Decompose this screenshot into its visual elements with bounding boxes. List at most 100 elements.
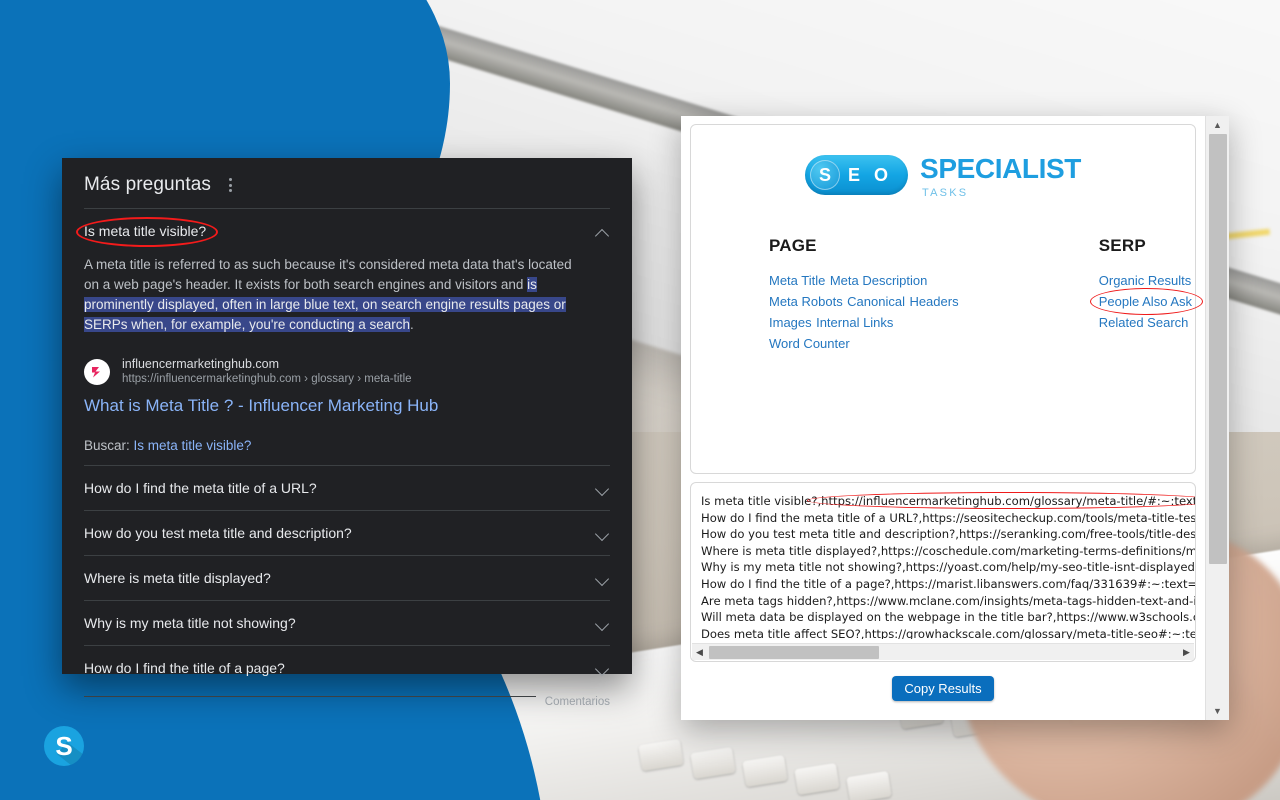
paa-source[interactable]: influencermarketinghub.com https://influ… (62, 341, 632, 387)
paa-question-label: Why is my meta title not showing? (84, 615, 296, 631)
paa-question-label: How do I find the meta title of a URL? (84, 480, 317, 496)
result-row: How do you test meta title and descripti… (701, 526, 1195, 543)
copy-results-row: Copy Results (681, 662, 1205, 701)
seo-specialist-app-window: S E O SPECIALIST TASKS PAGE Meta Title M… (681, 116, 1229, 720)
scroll-right-arrow-icon[interactable]: ▶ (1179, 647, 1194, 658)
app-logo-subword: TASKS (922, 187, 969, 199)
favicon-influencermarketinghub-icon (84, 359, 110, 385)
paa-question-row[interactable]: How do I find the meta title of a URL? (62, 466, 632, 510)
task-columns: PAGE Meta Title Meta Description Meta Ro… (691, 213, 1203, 354)
chevron-down-icon[interactable] (596, 616, 610, 630)
results-textarea[interactable]: Is meta title visible?,https://influence… (691, 489, 1195, 639)
result-row: How do I find the title of a page?,https… (701, 576, 1195, 593)
app-logo-word: SPECIALIST (920, 153, 1081, 184)
paa-title: Más preguntas (84, 174, 211, 195)
page-link-canonical[interactable]: Canonical (847, 291, 905, 312)
app-content: S E O SPECIALIST TASKS PAGE Meta Title M… (681, 116, 1205, 720)
paa-question-open[interactable]: Is meta title visible? (62, 209, 632, 255)
paa-question-row[interactable]: How do you test meta title and descripti… (62, 511, 632, 555)
paa-question-row[interactable]: Where is meta title displayed? (62, 556, 632, 600)
page-link-meta-title[interactable]: Meta Title (769, 270, 825, 291)
result-row-text: Will meta data be displayed on the webpa… (701, 610, 1195, 625)
results-horizontal-scrollbar[interactable]: ◀ ▶ (692, 643, 1194, 660)
result-row-text: Where is meta title displayed?,https://c… (701, 543, 1195, 558)
seo-logo-letter-e: E (848, 165, 861, 185)
result-row: Are meta tags hidden?,https://www.mclane… (701, 593, 1195, 610)
paa-source-domain: influencermarketinghub.com (122, 357, 280, 371)
results-card[interactable]: Is meta title visible?,https://influence… (690, 482, 1196, 662)
result-row: Is meta title visible?,https://influence… (701, 492, 1195, 510)
chevron-down-icon[interactable] (596, 481, 610, 495)
column-serp-heading: SERP (1098, 236, 1146, 255)
people-also-ask-panel: Más preguntas Is meta title visible? A m… (62, 158, 632, 708)
page-link-internal-links[interactable]: Internal Links (816, 312, 893, 333)
paa-footer-divider (84, 696, 536, 697)
page-link-headers[interactable]: Headers (909, 291, 958, 312)
paa-question-row[interactable]: How do I find the title of a page? (62, 646, 632, 690)
serp-link-organic-results[interactable]: Organic Results (1099, 270, 1191, 291)
vscroll-track[interactable] (1206, 134, 1230, 702)
hscroll-track[interactable] (707, 645, 1179, 659)
paa-question-label: How do I find the title of a page? (84, 660, 285, 676)
seo-logo-letter-s: S (819, 165, 832, 185)
result-row-text: Is meta title visible?,https://influence… (701, 494, 1195, 508)
seo-logo-s-circle-icon: S (810, 160, 841, 190)
page-link-meta-description[interactable]: Meta Description (830, 270, 928, 291)
result-row-text: Why is my meta title not showing?,https:… (701, 560, 1195, 575)
keycap (846, 770, 892, 800)
brand-logo-letter: S (55, 731, 73, 761)
page-link-meta-robots[interactable]: Meta Robots (769, 291, 843, 312)
chevron-down-icon[interactable] (596, 571, 610, 585)
paa-question-label: Where is meta title displayed? (84, 570, 271, 586)
window-vertical-scrollbar[interactable]: ▲ ▼ (1205, 116, 1229, 720)
page-link-word-counter[interactable]: Word Counter (769, 333, 850, 354)
chevron-down-icon[interactable] (596, 661, 610, 675)
paa-result-title-link[interactable]: What is Meta Title ? - Influencer Market… (62, 387, 632, 416)
paa-header: Más preguntas (62, 158, 632, 206)
paa-search-label: Buscar: (84, 438, 130, 453)
page-link-list: Meta Title Meta Description Meta Robots … (769, 270, 961, 354)
scroll-up-arrow-icon[interactable]: ▲ (1206, 116, 1230, 134)
seo-logo-letter-o: O (874, 165, 889, 185)
app-logo: S E O SPECIALIST TASKS (691, 155, 1195, 213)
paa-answer-part2: . (410, 317, 414, 332)
page-link-images[interactable]: Images (769, 312, 812, 333)
result-row-text: Are meta tags hidden?,https://www.mclane… (701, 593, 1195, 608)
scroll-left-arrow-icon[interactable]: ◀ (692, 647, 707, 658)
scroll-down-arrow-icon[interactable]: ▼ (1206, 702, 1230, 720)
brand-logo-mark: S (44, 726, 84, 766)
seo-logo-badge-icon: S E O (805, 155, 909, 195)
result-row: Does meta title affect SEO?,https://grow… (701, 626, 1195, 639)
result-row-text: How do you test meta title and descripti… (701, 527, 1195, 542)
chevron-up-icon[interactable] (596, 225, 610, 239)
paa-search-query-link[interactable]: Is meta title visible? (134, 438, 252, 453)
hscroll-thumb[interactable] (709, 645, 879, 659)
result-row-text: How do I find the meta title of a URL?,h… (701, 510, 1195, 525)
paa-question-row[interactable]: Why is my meta title not showing? (62, 601, 632, 645)
feedback-link[interactable]: Comentarios (545, 696, 610, 708)
serp-link-related-search[interactable]: Related Search (1099, 312, 1189, 333)
paa-answer-part1: A meta title is referred to as such beca… (84, 257, 572, 292)
serp-link-people-also-ask[interactable]: People Also Ask (1089, 288, 1203, 315)
result-row-text: Does meta title affect SEO?,https://grow… (701, 626, 1195, 639)
serp-link-people-also-ask-label: People Also Ask (1098, 294, 1192, 309)
paa-source-url: https://influencermarketinghub.com › glo… (122, 373, 412, 385)
column-page-heading: PAGE (769, 236, 817, 255)
paa-search-row: Buscar: Is meta title visible? (62, 416, 632, 465)
result-row: Will meta data be displayed on the webpa… (701, 609, 1195, 626)
paa-question-label: How do you test meta title and descripti… (84, 525, 352, 541)
result-row: Where is meta title displayed?,https://c… (701, 543, 1195, 560)
paa-answer: A meta title is referred to as such beca… (62, 255, 600, 341)
copy-results-button[interactable]: Copy Results (892, 676, 994, 701)
chevron-down-icon[interactable] (596, 526, 610, 540)
serp-link-list: Organic Results People Also Ask Related … (1089, 270, 1203, 333)
app-logo-text: SPECIALIST TASKS (920, 155, 1081, 199)
paa-footer: Comentarios (62, 690, 632, 708)
kebab-menu-icon[interactable] (223, 174, 238, 196)
screenshot-stage: S Más preguntas Is meta title visible? A… (0, 0, 1280, 800)
column-serp: SERP Organic Results People Also Ask Rel… (1089, 236, 1203, 354)
paa-question-open-label: Is meta title visible? (84, 223, 207, 239)
vscroll-thumb[interactable] (1208, 134, 1227, 564)
result-row-text: How do I find the title of a page?,https… (701, 576, 1195, 591)
links-card: S E O SPECIALIST TASKS PAGE Meta Title M… (690, 124, 1203, 474)
